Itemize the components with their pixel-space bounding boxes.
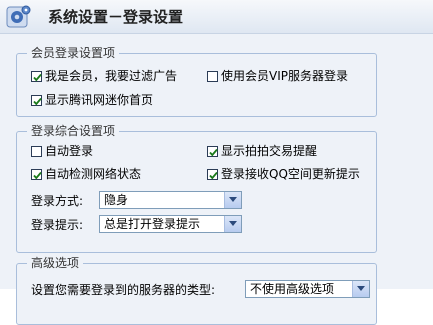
mini-homepage-checkbox[interactable]: 显示腾讯网迷你首页 [31,93,153,107]
check-icon[interactable] [207,145,218,157]
paipai-reminder-label: 显示拍拍交易提醒 [221,144,318,158]
qzone-update-checkbox[interactable]: 登录接收QQ空间更新提示 [207,167,360,181]
member-login-group: 会员登录设置项 我是会员，我要过滤广告 使用会员VIP服务器登录 显示腾讯网迷你… [16,45,377,117]
login-mode-value: 隐身 [104,193,129,207]
general-login-group: 登录综合设置项 自动登录 显示拍拍交易提醒 自动检测网络状态 登录接收QQ空间更… [16,123,377,253]
login-mode-label: 登录方式: [31,194,84,208]
network-detect-checkbox[interactable]: 自动检测网络状态 [31,167,141,181]
check-icon[interactable] [31,94,42,106]
login-prompt-label: 登录提示: [31,218,84,232]
login-prompt-select[interactable]: 总是打开登录提示 [99,215,242,233]
gear-icon [6,4,32,30]
server-type-value: 不使用高级选项 [250,282,335,296]
checkbox-empty[interactable] [207,70,218,82]
check-icon[interactable] [31,70,42,82]
advanced-group: 高级选项 设置您需要登录到的服务器的类型: 不使用高级选项 [16,255,377,325]
settings-content: 会员登录设置项 我是会员，我要过滤广告 使用会员VIP服务器登录 显示腾讯网迷你… [0,34,433,325]
general-group-legend: 登录综合设置项 [27,123,120,139]
server-type-label: 设置您需要登录到的服务器的类型: [31,283,216,297]
vip-server-label: 使用会员VIP服务器登录 [221,69,348,83]
auto-login-checkbox[interactable]: 自动登录 [31,144,93,158]
login-prompt-value: 总是打开登录提示 [104,217,201,231]
network-detect-label: 自动检测网络状态 [45,167,142,181]
chevron-down-icon[interactable] [224,192,241,208]
auto-login-label: 自动登录 [45,144,94,158]
check-icon[interactable] [207,168,218,180]
vip-server-checkbox[interactable]: 使用会员VIP服务器登录 [207,69,348,83]
check-icon[interactable] [31,168,42,180]
server-type-select[interactable]: 不使用高级选项 [245,280,370,298]
filter-ads-checkbox[interactable]: 我是会员，我要过滤广告 [31,69,177,83]
member-group-legend: 会员登录设置项 [27,45,120,61]
qzone-update-label: 登录接收QQ空间更新提示 [221,167,360,181]
checkbox-empty[interactable] [31,145,42,157]
chevron-down-icon[interactable] [224,216,241,232]
title-bar: 系统设置－登录设置 [0,0,433,34]
filter-ads-label: 我是会员，我要过滤广告 [45,69,178,83]
advanced-group-legend: 高级选项 [27,255,84,271]
window-title: 系统设置－登录设置 [48,8,184,26]
mini-homepage-label: 显示腾讯网迷你首页 [45,93,154,107]
chevron-down-icon[interactable] [352,281,369,297]
paipai-reminder-checkbox[interactable]: 显示拍拍交易提醒 [207,144,317,158]
login-mode-select[interactable]: 隐身 [99,191,242,209]
